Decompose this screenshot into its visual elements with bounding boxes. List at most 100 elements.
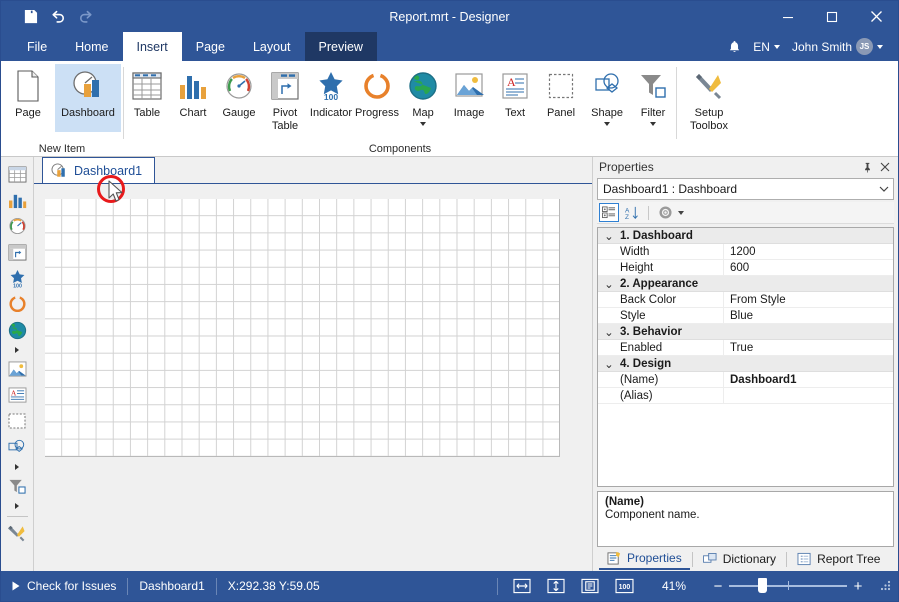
property-category-design[interactable]: ⌄ 4. Design — [598, 356, 893, 372]
user-account-menu[interactable]: John Smith JS — [787, 32, 888, 61]
language-selector[interactable]: EN — [748, 32, 785, 61]
svg-text:100: 100 — [13, 283, 22, 288]
ribbon-button-progress[interactable]: Progress — [354, 64, 400, 132]
undo-icon[interactable] — [45, 5, 71, 29]
pivot-table-tool[interactable] — [4, 240, 31, 264]
property-grid[interactable]: ⌄ 1. Dashboard Width 1200 Height 600 ⌄ 2… — [597, 227, 894, 487]
property-value[interactable]: Blue — [724, 308, 893, 323]
save-icon[interactable] — [17, 5, 43, 29]
tab-properties[interactable]: Properties — [599, 548, 690, 570]
ribbon-button-chart[interactable]: Chart — [170, 64, 216, 132]
ribbon-button-page[interactable]: Page — [1, 64, 55, 132]
property-row-alias[interactable]: (Alias) — [598, 388, 893, 404]
close-icon[interactable] — [876, 158, 894, 176]
ribbon-button-pivot-table[interactable]: Pivot Table — [262, 64, 308, 133]
canvas-scroll-area[interactable] — [34, 185, 592, 571]
property-row-width[interactable]: Width 1200 — [598, 244, 893, 260]
view-100-button[interactable]: 100 — [612, 576, 637, 596]
chevron-down-icon: ⌄ — [598, 277, 620, 291]
tab-dictionary[interactable]: Dictionary — [695, 548, 784, 570]
ribbon-label-table: Table — [133, 107, 161, 120]
zoom-slider-track[interactable] — [729, 577, 847, 595]
image-tool[interactable] — [4, 357, 31, 381]
ribbon-button-table[interactable]: Table — [124, 64, 170, 132]
document-tab-dashboard1[interactable]: Dashboard1 — [42, 157, 155, 183]
ribbon-button-filter[interactable]: Filter — [630, 64, 676, 132]
tab-insert[interactable]: Insert — [123, 32, 182, 61]
tab-preview[interactable]: Preview — [305, 32, 377, 61]
text-tool[interactable]: A — [4, 383, 31, 407]
shape-tool[interactable] — [4, 435, 31, 459]
ribbon-button-dashboard[interactable]: Dashboard — [55, 64, 121, 132]
ribbon-button-image[interactable]: Image — [446, 64, 492, 132]
zoom-slider-thumb[interactable] — [758, 578, 767, 593]
progress-tool[interactable] — [4, 292, 31, 316]
gauge-tool[interactable] — [4, 214, 31, 238]
setup-toolbox-tool[interactable] — [4, 521, 31, 545]
maximize-button[interactable] — [810, 1, 854, 32]
property-row-style[interactable]: Style Blue — [598, 308, 893, 324]
map-tool[interactable] — [4, 318, 31, 342]
tab-divider — [786, 552, 787, 567]
categorized-view-button[interactable] — [599, 203, 619, 222]
pin-icon[interactable] — [858, 158, 876, 176]
tab-report-tree[interactable]: Report Tree — [789, 548, 888, 570]
ribbon-button-indicator[interactable]: 100 Indicator — [308, 64, 354, 132]
selected-object-combo[interactable]: Dashboard1 : Dashboard — [597, 178, 894, 200]
filter-tool[interactable] — [4, 474, 31, 498]
property-category-appearance[interactable]: ⌄ 2. Appearance — [598, 276, 893, 292]
panel-tool[interactable] — [4, 409, 31, 433]
view-page-button[interactable] — [578, 576, 603, 596]
redo-icon[interactable] — [73, 5, 99, 29]
minimize-button[interactable] — [766, 1, 810, 32]
tab-label: Properties — [627, 551, 682, 565]
dashboard-canvas[interactable] — [45, 199, 560, 457]
check-for-issues-button[interactable]: Check for Issues — [1, 571, 127, 601]
chevron-down-icon[interactable] — [678, 211, 684, 215]
view-horizontal-button[interactable] — [510, 576, 535, 596]
alphabetical-sort-button[interactable]: AZ — [622, 203, 642, 222]
ribbon-button-panel[interactable]: Panel — [538, 64, 584, 132]
ribbon-button-setup-toolbox[interactable]: Setup Toolbox — [677, 64, 741, 133]
tab-layout[interactable]: Layout — [239, 32, 305, 61]
indicator-tool[interactable]: 100 — [4, 266, 31, 290]
property-value[interactable]: True — [724, 340, 893, 355]
ribbon-button-gauge[interactable]: Gauge — [216, 64, 262, 132]
property-name: Width — [598, 244, 724, 259]
chevron-down-icon[interactable] — [604, 122, 610, 126]
tab-page[interactable]: Page — [182, 32, 239, 61]
zoom-slider[interactable]: − + — [707, 571, 869, 601]
close-button[interactable] — [854, 1, 898, 32]
designer-window: Report.mrt - Designer File Home Insert P… — [0, 0, 899, 602]
chart-tool[interactable] — [4, 188, 31, 212]
zoom-in-button[interactable]: + — [847, 578, 869, 595]
shape-tool-more[interactable] — [4, 461, 31, 472]
property-category-dashboard[interactable]: ⌄ 1. Dashboard — [598, 228, 893, 244]
ribbon-button-map[interactable]: Map — [400, 64, 446, 132]
property-value[interactable]: 1200 — [724, 244, 893, 259]
gear-icon[interactable] — [655, 203, 675, 222]
property-row-height[interactable]: Height 600 — [598, 260, 893, 276]
zoom-out-button[interactable]: − — [707, 578, 729, 595]
property-category-behavior[interactable]: ⌄ 3. Behavior — [598, 324, 893, 340]
property-row-name[interactable]: (Name) Dashboard1 — [598, 372, 893, 388]
property-value[interactable]: Dashboard1 — [724, 372, 893, 387]
property-row-enabled[interactable]: Enabled True — [598, 340, 893, 356]
property-value[interactable] — [724, 388, 893, 403]
table-tool[interactable] — [4, 162, 31, 186]
ribbon-button-shape[interactable]: Shape — [584, 64, 630, 132]
chevron-down-icon[interactable] — [420, 122, 426, 126]
property-value[interactable]: From Style — [724, 292, 893, 307]
tab-file[interactable]: File — [13, 32, 61, 61]
tab-home[interactable]: Home — [61, 32, 122, 61]
property-value[interactable]: 600 — [724, 260, 893, 275]
ribbon-button-text[interactable]: A Text — [492, 64, 538, 132]
map-tool-more[interactable] — [4, 344, 31, 355]
view-vertical-button[interactable] — [544, 576, 569, 596]
pivot-table-icon — [269, 69, 301, 103]
notifications-button[interactable] — [723, 32, 746, 61]
resize-grip-icon[interactable] — [878, 578, 898, 594]
chevron-down-icon[interactable] — [650, 122, 656, 126]
property-row-back-color[interactable]: Back Color From Style — [598, 292, 893, 308]
filter-tool-more[interactable] — [4, 500, 31, 511]
